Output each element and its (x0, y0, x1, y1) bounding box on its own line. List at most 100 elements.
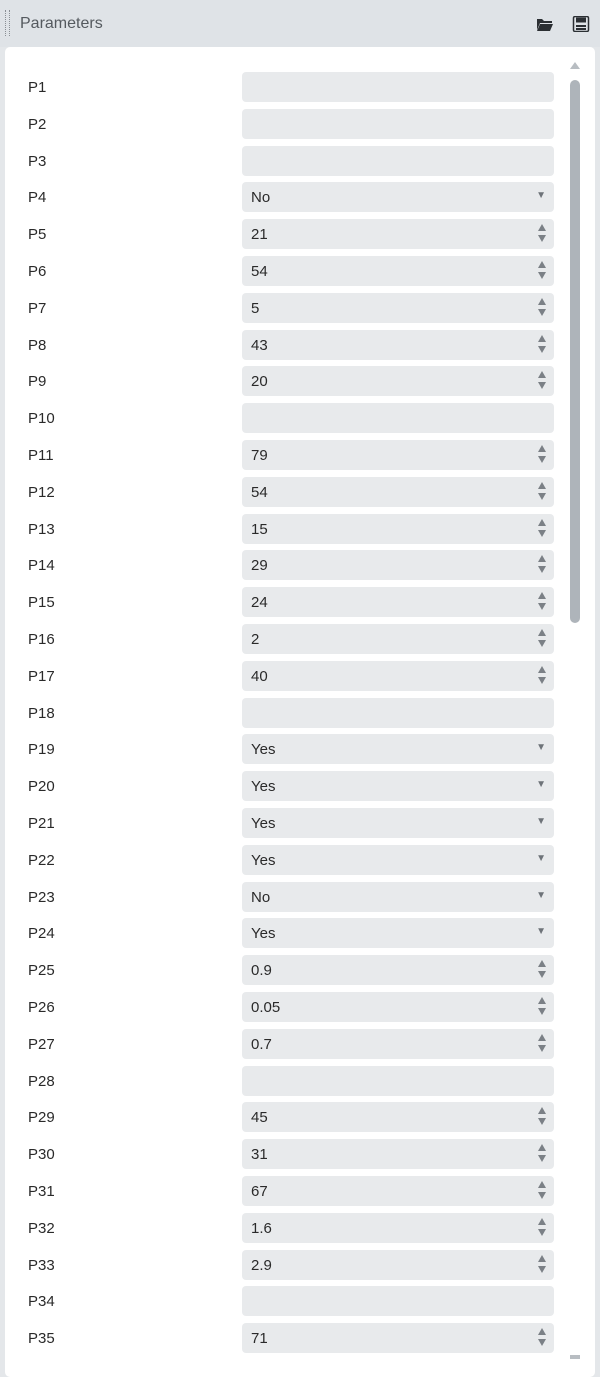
param-number-input[interactable]: 0.9 (242, 955, 554, 985)
drag-handle[interactable] (5, 10, 10, 36)
param-number-input[interactable]: 45 (242, 1102, 554, 1132)
spinner-down-icon[interactable] (538, 566, 546, 573)
spinner-up-icon[interactable] (538, 1144, 546, 1151)
param-text-input[interactable] (242, 1286, 554, 1316)
param-number-input[interactable]: 15 (242, 514, 554, 544)
spinner-icon[interactable] (538, 554, 548, 576)
spinner-up-icon[interactable] (538, 1255, 546, 1262)
spinner-down-icon[interactable] (538, 677, 546, 684)
spinner-up-icon[interactable] (538, 1034, 546, 1041)
spinner-down-icon[interactable] (538, 1192, 546, 1199)
spinner-icon[interactable] (538, 223, 548, 245)
scroll-down-arrow[interactable] (570, 1355, 580, 1359)
spinner-icon[interactable] (538, 481, 548, 503)
save-icon[interactable] (572, 16, 590, 32)
spinner-up-icon[interactable] (538, 1181, 546, 1188)
dropdown-arrow-icon[interactable]: ▼ (536, 852, 546, 866)
param-select[interactable]: Yes ▼ (242, 918, 554, 948)
param-select[interactable]: Yes ▼ (242, 845, 554, 875)
param-number-input[interactable]: 54 (242, 256, 554, 286)
spinner-down-icon[interactable] (538, 1266, 546, 1273)
spinner-icon[interactable] (538, 260, 548, 282)
spinner-up-icon[interactable] (538, 555, 546, 562)
spinner-down-icon[interactable] (538, 235, 546, 242)
param-number-input[interactable]: 43 (242, 330, 554, 360)
dropdown-arrow-icon[interactable]: ▼ (536, 189, 546, 203)
spinner-down-icon[interactable] (538, 493, 546, 500)
spinner-icon[interactable] (538, 591, 548, 613)
spinner-down-icon[interactable] (538, 456, 546, 463)
param-text-input[interactable] (242, 72, 554, 102)
param-text-input[interactable] (242, 698, 554, 728)
spinner-up-icon[interactable] (538, 960, 546, 967)
spinner-icon[interactable] (538, 297, 548, 319)
spinner-up-icon[interactable] (538, 1218, 546, 1225)
spinner-icon[interactable] (538, 628, 548, 650)
param-number-input[interactable]: 5 (242, 293, 554, 323)
dropdown-arrow-icon[interactable]: ▼ (536, 778, 546, 792)
spinner-down-icon[interactable] (538, 272, 546, 279)
param-number-input[interactable]: 24 (242, 587, 554, 617)
spinner-up-icon[interactable] (538, 298, 546, 305)
param-text-input[interactable] (242, 1066, 554, 1096)
spinner-down-icon[interactable] (538, 971, 546, 978)
param-number-input[interactable]: 2 (242, 624, 554, 654)
dropdown-arrow-icon[interactable]: ▼ (536, 889, 546, 903)
param-select[interactable]: Yes ▼ (242, 734, 554, 764)
dropdown-arrow-icon[interactable]: ▼ (536, 741, 546, 755)
spinner-icon[interactable] (538, 665, 548, 687)
spinner-down-icon[interactable] (538, 346, 546, 353)
spinner-up-icon[interactable] (538, 445, 546, 452)
spinner-up-icon[interactable] (538, 1107, 546, 1114)
param-number-input[interactable]: 21 (242, 219, 554, 249)
spinner-down-icon[interactable] (538, 640, 546, 647)
spinner-down-icon[interactable] (538, 1339, 546, 1346)
spinner-up-icon[interactable] (538, 224, 546, 231)
param-number-input[interactable]: 67 (242, 1176, 554, 1206)
spinner-up-icon[interactable] (538, 371, 546, 378)
spinner-down-icon[interactable] (538, 1155, 546, 1162)
param-text-input[interactable] (242, 403, 554, 433)
spinner-icon[interactable] (538, 1327, 548, 1349)
param-select[interactable]: No ▼ (242, 182, 554, 212)
spinner-icon[interactable] (538, 334, 548, 356)
param-number-input[interactable]: 79 (242, 440, 554, 470)
scrollbar-thumb[interactable] (570, 80, 580, 623)
spinner-down-icon[interactable] (538, 1008, 546, 1015)
param-number-input[interactable]: 2.9 (242, 1250, 554, 1280)
spinner-down-icon[interactable] (538, 530, 546, 537)
spinner-up-icon[interactable] (538, 1328, 546, 1335)
spinner-up-icon[interactable] (538, 519, 546, 526)
param-number-input[interactable]: 54 (242, 477, 554, 507)
param-number-input[interactable]: 0.7 (242, 1029, 554, 1059)
param-number-input[interactable]: 20 (242, 366, 554, 396)
param-number-input[interactable]: 31 (242, 1139, 554, 1169)
scroll-up-arrow[interactable] (570, 62, 580, 69)
spinner-down-icon[interactable] (538, 1045, 546, 1052)
spinner-icon[interactable] (538, 1217, 548, 1239)
param-text-input[interactable] (242, 146, 554, 176)
param-text-input[interactable] (242, 109, 554, 139)
spinner-icon[interactable] (538, 1033, 548, 1055)
spinner-icon[interactable] (538, 370, 548, 392)
param-select[interactable]: Yes ▼ (242, 771, 554, 801)
spinner-down-icon[interactable] (538, 1229, 546, 1236)
spinner-icon[interactable] (538, 1180, 548, 1202)
spinner-up-icon[interactable] (538, 629, 546, 636)
spinner-up-icon[interactable] (538, 592, 546, 599)
spinner-down-icon[interactable] (538, 309, 546, 316)
param-number-input[interactable]: 0.05 (242, 992, 554, 1022)
spinner-icon[interactable] (538, 518, 548, 540)
spinner-up-icon[interactable] (538, 261, 546, 268)
folder-open-icon[interactable] (536, 16, 554, 32)
spinner-up-icon[interactable] (538, 335, 546, 342)
spinner-down-icon[interactable] (538, 603, 546, 610)
spinner-up-icon[interactable] (538, 666, 546, 673)
spinner-up-icon[interactable] (538, 997, 546, 1004)
spinner-up-icon[interactable] (538, 482, 546, 489)
spinner-icon[interactable] (538, 959, 548, 981)
param-number-input[interactable]: 40 (242, 661, 554, 691)
spinner-icon[interactable] (538, 1254, 548, 1276)
param-select[interactable]: Yes ▼ (242, 808, 554, 838)
param-number-input[interactable]: 1.6 (242, 1213, 554, 1243)
